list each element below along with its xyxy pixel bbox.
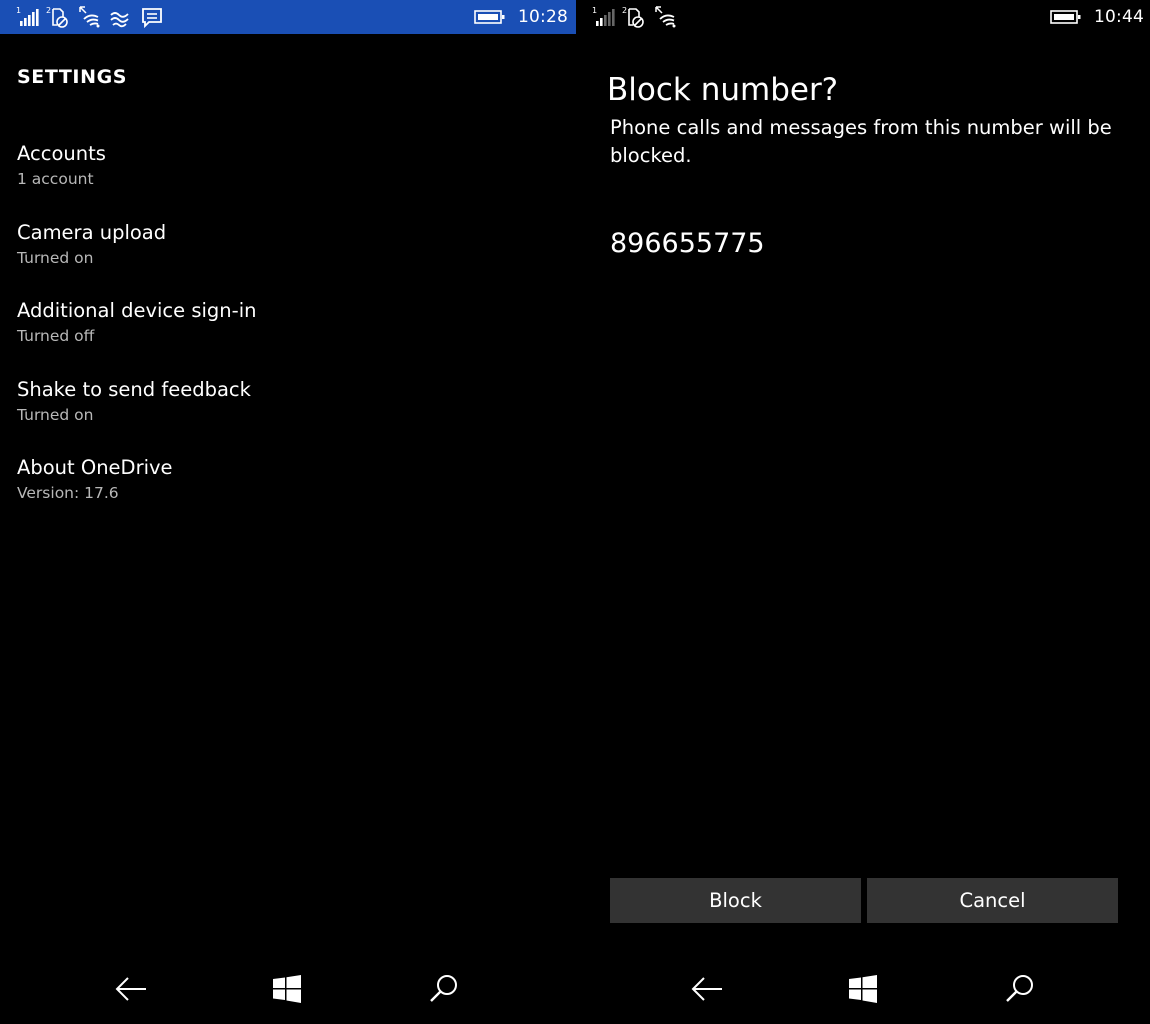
search-icon — [428, 973, 460, 1009]
windows-logo-icon — [849, 975, 877, 1007]
block-number-screen: 1 2 10:44 Block number? Phone calls and … — [576, 0, 1150, 1024]
item-title: Camera upload — [17, 220, 167, 244]
item-subtitle: Turned off — [17, 327, 95, 345]
item-subtitle: Turned on — [17, 248, 94, 267]
message-notification-icon — [140, 5, 164, 29]
back-button[interactable] — [687, 973, 727, 1009]
item-subtitle: Version: 17.6 — [17, 484, 119, 502]
settings-list: Accounts 1 account Camera upload Turned … — [17, 140, 557, 533]
signal-sim1-icon: 1 — [16, 5, 40, 29]
search-button[interactable] — [1000, 973, 1040, 1009]
dialog-message: Phone calls and messages from this numbe… — [610, 116, 1112, 167]
battery-icon — [474, 5, 506, 29]
item-title: About OneDrive — [17, 456, 173, 479]
search-button[interactable] — [424, 973, 464, 1009]
settings-item-camera-upload[interactable]: Camera upload Turned on — [17, 219, 557, 298]
item-title: Additional device sign-in — [17, 299, 257, 322]
cancel-button[interactable]: Cancel — [867, 878, 1118, 923]
item-title: Accounts — [17, 142, 106, 165]
dialog-title: Block number? — [607, 72, 839, 108]
status-bar: 1 2 — [0, 0, 576, 34]
settings-item-accounts[interactable]: Accounts 1 account — [17, 140, 557, 219]
status-bar: 1 2 — [576, 0, 1150, 34]
svg-text:1: 1 — [592, 6, 597, 15]
search-icon — [1004, 973, 1036, 1009]
settings-item-about-onedrive[interactable]: About OneDrive Version: 17.6 — [17, 454, 557, 533]
page-title: SETTINGS — [17, 66, 128, 88]
svg-text:2: 2 — [622, 6, 627, 15]
settings-item-additional-device-sign-in[interactable]: Additional device sign-in Turned off — [17, 297, 557, 376]
clock: 10:44 — [1094, 7, 1144, 27]
wifi-icon — [78, 5, 102, 29]
svg-text:2: 2 — [46, 6, 51, 15]
data-sense-icon — [108, 5, 132, 29]
navigation-bar — [576, 958, 1150, 1024]
blocked-phone-number: 896655775 — [610, 228, 765, 259]
signal-sim1-icon: 1 — [592, 5, 616, 29]
onedrive-settings-screen: 1 2 10:28 SETTINGS Accounts 1 account Ca… — [0, 0, 576, 1024]
wifi-icon — [654, 5, 678, 29]
clock: 10:28 — [518, 7, 568, 27]
item-subtitle: Turned on — [17, 405, 94, 424]
item-title: Shake to send feedback — [17, 377, 251, 401]
navigation-bar — [0, 958, 576, 1024]
block-button[interactable]: Block — [610, 878, 861, 923]
item-subtitle: 1 account — [17, 170, 94, 188]
start-button[interactable] — [267, 973, 307, 1009]
sim2-no-service-icon: 2 — [46, 5, 70, 29]
sim2-no-service-icon: 2 — [622, 5, 646, 29]
back-button[interactable] — [111, 973, 151, 1009]
windows-logo-icon — [273, 975, 301, 1007]
start-button[interactable] — [843, 973, 883, 1009]
back-arrow-icon — [114, 976, 148, 1006]
battery-icon — [1050, 5, 1082, 29]
settings-item-shake-to-send-feedback[interactable]: Shake to send feedback Turned on — [17, 376, 557, 455]
svg-text:1: 1 — [16, 6, 21, 15]
back-arrow-icon — [690, 976, 724, 1006]
